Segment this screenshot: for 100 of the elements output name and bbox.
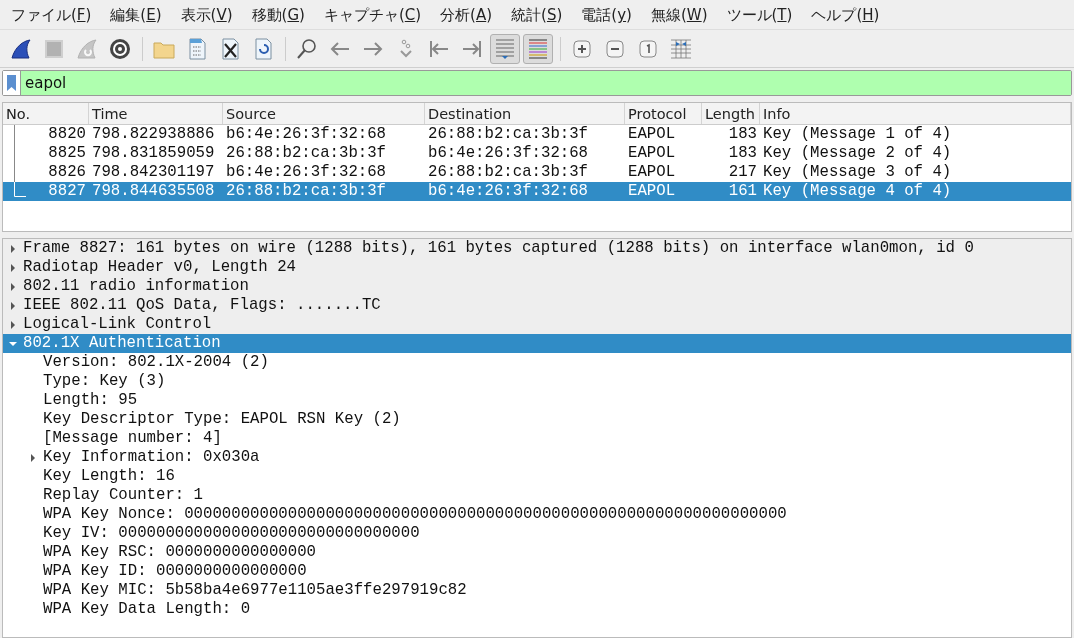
column-header[interactable]: Destination xyxy=(425,103,625,124)
detail-row[interactable]: Key Information: 0x030a xyxy=(3,448,1071,467)
detail-text: Key Information: 0x030a xyxy=(43,448,260,467)
column-header[interactable]: Time xyxy=(89,103,223,124)
table-cell: b6:4e:26:3f:32:68 xyxy=(226,163,387,181)
menu-item[interactable]: 統計(S) xyxy=(500,0,571,29)
expand-icon[interactable] xyxy=(29,453,37,462)
table-cell: 183 xyxy=(728,125,757,143)
column-header[interactable]: Source xyxy=(223,103,425,124)
detail-row[interactable]: WPA Key MIC: 5b58ba4e6977e1105ae3ffe297919c82 xyxy=(3,581,1071,600)
conversation-end-line xyxy=(14,182,26,197)
detail-row[interactable]: WPA Key RSC: 0000000000000000 xyxy=(3,543,1071,562)
table-cell: 161 xyxy=(728,182,757,200)
table-cell: EAPOL xyxy=(628,144,676,162)
detail-text: Key Length: 16 xyxy=(43,467,175,486)
table-cell: b6:4e:26:3f:32:68 xyxy=(226,125,387,143)
table-cell: 26:88:b2:ca:3b:3f xyxy=(226,144,387,162)
menu-item[interactable]: キャプチャ(C) xyxy=(312,0,430,29)
table-cell: Key (Message 2 of 4) xyxy=(763,144,952,162)
expand-icon[interactable] xyxy=(9,282,17,291)
table-cell: EAPOL xyxy=(628,182,676,200)
table-cell: Key (Message 1 of 4) xyxy=(763,125,952,143)
detail-text: WPA Key MIC: 5b58ba4e6977e1105ae3ffe297919c82 xyxy=(43,581,467,600)
detail-text: Radiotap Header v0, Length 24 xyxy=(23,258,296,277)
detail-row[interactable]: 802.1X Authentication xyxy=(3,334,1071,353)
menu-item[interactable]: 移動(G) xyxy=(240,0,313,29)
detail-text: 802.11 radio information xyxy=(23,277,249,296)
detail-text: WPA Key Data Length: 0 xyxy=(43,600,251,619)
detail-row[interactable]: Key IV: 00000000000000000000000000000000 xyxy=(3,524,1071,543)
detail-row[interactable]: Radiotap Header v0, Length 24 xyxy=(3,258,1071,277)
packet-row[interactable]: 8826 798.842301197 b6:4e:26:3f:32:68 26:88:b2:ca:3b:3f EAPOL 217 Key (Message 3 of 4) xyxy=(3,163,1071,182)
detail-row[interactable]: WPA Key Data Length: 0 xyxy=(3,600,1071,619)
detail-row[interactable]: WPA Key Nonce: 0000000000000000000000000000000000000000000000000000000000000000 xyxy=(3,505,1071,524)
detail-text: IEEE 802.11 QoS Data, Flags: .......TC xyxy=(23,296,381,315)
menu-item[interactable]: 表示(V) xyxy=(169,0,241,29)
expand-icon[interactable] xyxy=(9,301,17,310)
column-header[interactable]: Protocol xyxy=(625,103,702,124)
table-cell: 183 xyxy=(728,144,757,162)
expand-icon[interactable] xyxy=(9,320,17,329)
packet-row[interactable]: 8825 798.831859059 26:88:b2:ca:3b:3f b6:4e:26:3f:32:68 EAPOL 183 Key (Message 2 of 4) xyxy=(3,144,1071,163)
packet-row[interactable]: 8820 798.822938886 b6:4e:26:3f:32:68 26:88:b2:ca:3b:3f EAPOL 183 Key (Message 1 of 4) xyxy=(3,125,1071,144)
expand-icon[interactable] xyxy=(9,244,17,253)
collapse-icon[interactable] xyxy=(9,339,17,348)
table-cell: 217 xyxy=(728,163,757,181)
detail-text: Length: 95 xyxy=(43,391,138,410)
menu-item[interactable]: ヘルプ(H) xyxy=(800,0,888,29)
detail-row[interactable]: WPA Key ID: 0000000000000000 xyxy=(3,562,1071,581)
detail-text: Key Descriptor Type: EAPOL RSN Key (2) xyxy=(43,410,401,429)
menu-item[interactable]: ツール(T) xyxy=(715,0,801,29)
table-cell: 8826 xyxy=(48,163,86,181)
column-header[interactable]: No. xyxy=(3,103,89,124)
table-cell: EAPOL xyxy=(628,125,676,143)
resize-columns-icon xyxy=(669,36,693,61)
table-cell: 26:88:b2:ca:3b:3f xyxy=(428,125,589,143)
detail-text: Key IV: 00000000000000000000000000000000 xyxy=(43,524,420,543)
table-cell: 8827 xyxy=(48,182,86,200)
detail-row[interactable]: IEEE 802.11 QoS Data, Flags: .......TC xyxy=(3,296,1071,315)
packet-row[interactable]: 8827 798.844635508 26:88:b2:ca:3b:3f b6:4e:26:3f:32:68 EAPOL 161 Key (Message 4 of 4) xyxy=(3,182,1071,201)
detail-text: WPA Key Nonce: 0000000000000000000000000000000000000000000000000000000000000000 xyxy=(43,505,787,524)
menu-item[interactable]: ファイル(F) xyxy=(0,0,100,29)
menu-item[interactable]: 編集(E) xyxy=(99,0,170,29)
detail-text: WPA Key RSC: 0000000000000000 xyxy=(43,543,316,562)
colored-lines-icon xyxy=(526,36,550,61)
detail-text: Replay Counter: 1 xyxy=(43,486,204,505)
detail-row[interactable]: Version: 802.1X-2004 (2) xyxy=(3,353,1071,372)
detail-row[interactable]: Length: 95 xyxy=(3,391,1071,410)
menu-item[interactable]: 無線(W) xyxy=(639,0,716,29)
detail-text: Type: Key (3) xyxy=(43,372,166,391)
detail-row[interactable]: [Message number: 4] xyxy=(3,429,1071,448)
table-cell: 8820 xyxy=(48,125,86,143)
table-cell: 26:88:b2:ca:3b:3f xyxy=(428,163,589,181)
detail-row[interactable]: Key Descriptor Type: EAPOL RSN Key (2) xyxy=(3,410,1071,429)
table-cell: 26:88:b2:ca:3b:3f xyxy=(226,182,387,200)
shark-fin-icon xyxy=(9,36,33,61)
detail-text: [Message number: 4] xyxy=(43,429,222,448)
table-cell: b6:4e:26:3f:32:68 xyxy=(428,182,589,200)
detail-text: Version: 802.1X-2004 (2) xyxy=(43,353,269,372)
detail-text: WPA Key ID: 0000000000000000 xyxy=(43,562,307,581)
column-header[interactable]: Length xyxy=(702,103,760,124)
detail-row[interactable]: Replay Counter: 1 xyxy=(3,486,1071,505)
table-cell: 798.844635508 xyxy=(92,182,215,200)
lines-down-icon xyxy=(493,36,517,61)
table-cell: EAPOL xyxy=(628,163,676,181)
table-cell: 798.831859059 xyxy=(92,144,215,162)
table-cell: 798.842301197 xyxy=(92,163,215,181)
table-cell: Key (Message 3 of 4) xyxy=(763,163,952,181)
table-cell: 8825 xyxy=(48,144,86,162)
shark-fin-restart-icon xyxy=(75,36,99,61)
menu-item[interactable]: 分析(A) xyxy=(429,0,501,29)
table-cell: Key (Message 4 of 4) xyxy=(763,182,952,200)
expand-icon[interactable] xyxy=(9,263,17,272)
table-cell: b6:4e:26:3f:32:68 xyxy=(428,144,589,162)
search-icon xyxy=(295,36,319,61)
column-header[interactable]: Info xyxy=(760,103,1071,124)
detail-row[interactable]: Logical-Link Control xyxy=(3,315,1071,334)
detail-row[interactable]: Key Length: 16 xyxy=(3,467,1071,486)
detail-row[interactable]: Type: Key (3) xyxy=(3,372,1071,391)
detail-row[interactable]: 802.11 radio information xyxy=(3,277,1071,296)
menu-item[interactable]: 電話(y) xyxy=(570,0,640,29)
detail-text: Logical-Link Control xyxy=(23,315,212,334)
